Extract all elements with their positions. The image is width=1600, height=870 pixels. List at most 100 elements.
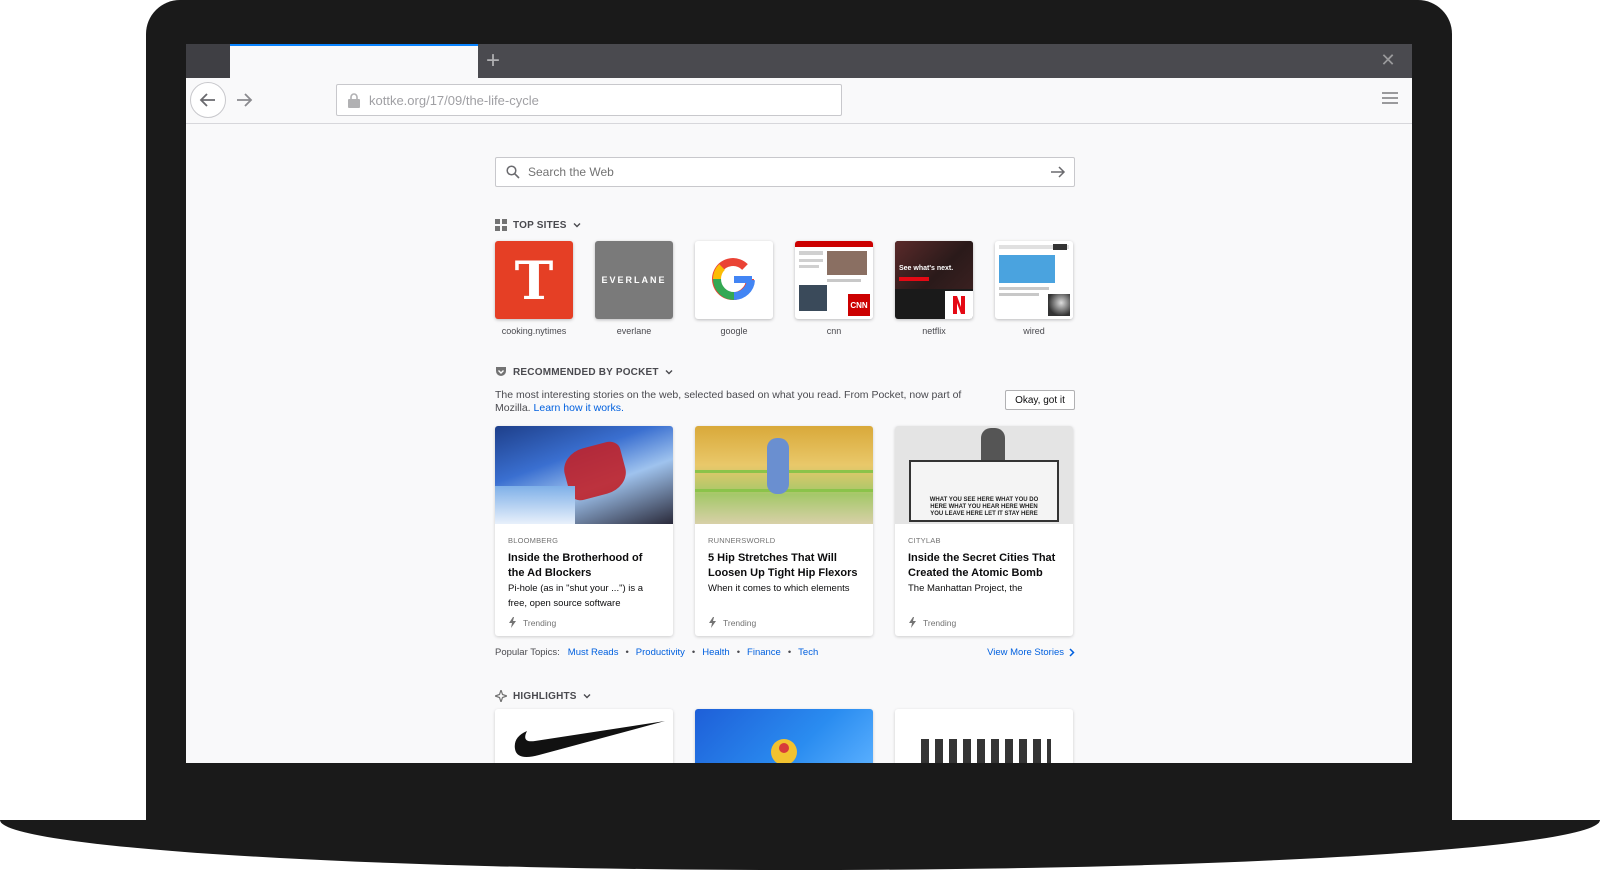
tab-strip-spacer — [186, 44, 230, 78]
sign-board: WHAT YOU SEE HERE WHAT YOU DO HERE WHAT … — [909, 460, 1059, 522]
topic-separator: • — [625, 647, 629, 658]
view-more-label: View More Stories — [987, 647, 1064, 658]
story-card[interactable]: WHAT YOU SEE HERE WHAT YOU DO HERE WHAT … — [895, 426, 1073, 636]
new-tab-page: Search the Web TOP SITES T cooking.nytim… — [186, 125, 1412, 763]
story-image: WHAT YOU SEE HERE WHAT YOU DO HERE WHAT … — [895, 426, 1073, 524]
google-logo-icon — [712, 258, 755, 301]
story-card[interactable]: BLOOMBERG Inside the Brotherhood of the … — [495, 426, 673, 636]
site-tile — [995, 241, 1073, 319]
story-card[interactable]: RUNNERSWORLD 5 Hip Stretches That Will L… — [695, 426, 873, 636]
site-label: cooking.nytimes — [501, 326, 567, 336]
lightning-bolt-icon — [909, 617, 916, 628]
sign-text: WHAT YOU SEE HERE WHAT YOU DO HERE WHAT … — [929, 497, 1039, 517]
top-site-everlane[interactable]: EVERLANE everlane — [595, 241, 673, 336]
pocket-cards: BLOOMBERG Inside the Brotherhood of the … — [495, 426, 1075, 636]
search-input[interactable]: Search the Web — [495, 157, 1075, 187]
popular-topics-label: Popular Topics: — [495, 647, 560, 658]
topic-separator: • — [736, 647, 741, 658]
top-sites-title: TOP SITES — [513, 219, 567, 231]
top-site-cooking-nytimes[interactable]: T cooking.nytimes — [495, 241, 573, 336]
everlane-logo: EVERLANE — [601, 275, 667, 285]
highlights-header[interactable]: HIGHLIGHTS — [495, 690, 591, 702]
hamburger-menu-icon[interactable] — [1382, 92, 1398, 106]
top-sites-header[interactable]: TOP SITES — [495, 219, 581, 231]
back-arrow-icon — [199, 93, 215, 107]
highlight-card[interactable] — [695, 709, 873, 763]
view-more-stories-link[interactable]: View More Stories — [987, 647, 1075, 658]
nytimes-logo-icon: T — [515, 251, 554, 312]
topic-link[interactable]: Health — [702, 647, 729, 658]
chevron-right-icon — [1069, 648, 1075, 657]
site-tile: CNN — [795, 241, 873, 319]
pocket-header[interactable]: RECOMMENDED BY POCKET — [495, 366, 673, 378]
trending-label: Trending — [523, 617, 557, 628]
topic-link[interactable]: Productivity — [636, 647, 685, 658]
pocket-title: RECOMMENDED BY POCKET — [513, 366, 659, 378]
active-tab[interactable] — [230, 44, 478, 79]
highlights-title: HIGHLIGHTS — [513, 690, 577, 702]
site-tile: T — [495, 241, 573, 319]
trending-badge: Trending — [508, 617, 556, 628]
plus-icon[interactable]: + — [480, 48, 506, 74]
back-button[interactable] — [190, 82, 226, 118]
top-site-wired[interactable]: wired — [995, 241, 1073, 336]
site-label: wired — [1023, 326, 1045, 336]
lock-icon — [348, 93, 360, 108]
tab-strip: + ✕ — [186, 44, 1412, 79]
story-source: CITYLAB — [908, 536, 941, 545]
grid-icon — [495, 219, 507, 231]
story-source: RUNNERSWORLD — [708, 536, 776, 545]
top-sites-grid: T cooking.nytimes EVERLANE everlane goog… — [495, 241, 1075, 341]
topic-link[interactable]: Finance — [747, 647, 781, 658]
sparkle-icon — [495, 690, 507, 702]
story-excerpt: The Manhattan Project, the — [908, 583, 1023, 594]
search-go-arrow-icon[interactable] — [1050, 165, 1066, 179]
top-site-google[interactable]: google — [695, 241, 773, 336]
pocket-icon — [496, 367, 506, 376]
lightning-bolt-icon — [509, 617, 516, 628]
chevron-down-icon — [583, 694, 591, 699]
learn-how-link[interactable]: Learn how it works. — [534, 402, 624, 414]
story-title: Inside the Secret Cities That Created th… — [908, 552, 1056, 579]
site-label: everlane — [616, 326, 652, 336]
netflix-logo-icon — [945, 291, 973, 319]
laptop-base — [0, 820, 1600, 870]
topic-link[interactable]: Must Reads — [568, 647, 619, 658]
site-tile: EVERLANE — [595, 241, 673, 319]
site-tile — [695, 241, 773, 319]
story-title: 5 Hip Stretches That Will Loosen Up Tigh… — [708, 552, 858, 579]
pocket-description: The most interesting stories on the web,… — [495, 389, 975, 415]
forward-arrow-icon — [237, 93, 253, 107]
topic-link[interactable]: Tech — [798, 647, 818, 658]
highlights-row — [495, 709, 1075, 763]
topic-separator: • — [691, 647, 696, 658]
cnn-logo-icon: CNN — [845, 291, 873, 319]
nike-swoosh-icon — [514, 721, 665, 757]
site-label: cnn — [826, 326, 842, 336]
forward-button[interactable] — [230, 86, 258, 114]
close-icon[interactable]: ✕ — [1378, 50, 1398, 70]
trending-badge: Trending — [908, 617, 956, 628]
story-title: Inside the Brotherhood of the Ad Blocker… — [508, 552, 643, 579]
story-excerpt: When it comes to which elements — [708, 583, 850, 594]
top-site-netflix[interactable]: See what's next. netflix — [895, 241, 973, 336]
story-image — [495, 426, 673, 524]
url-text: kottke.org/17/09/the-life-cycle — [369, 92, 539, 108]
chevron-down-icon — [573, 223, 581, 228]
story-excerpt: Pi-hole (as in "shut your ...") is a fre… — [508, 583, 644, 609]
okay-got-it-button[interactable]: Okay, got it — [1005, 390, 1075, 410]
story-image — [695, 426, 873, 524]
chevron-down-icon — [665, 370, 673, 375]
url-bar[interactable]: kottke.org/17/09/the-life-cycle — [336, 84, 842, 116]
trending-label: Trending — [723, 617, 757, 628]
story-source: BLOOMBERG — [508, 536, 559, 545]
trending-badge: Trending — [708, 617, 756, 628]
site-label: netflix — [922, 326, 946, 336]
topic-separator: • — [787, 647, 792, 658]
trending-label: Trending — [923, 617, 957, 628]
top-site-cnn[interactable]: CNN cnn — [795, 241, 873, 336]
site-tile: See what's next. — [895, 241, 973, 319]
site-label: google — [720, 326, 748, 336]
highlight-card[interactable] — [495, 709, 673, 763]
highlight-card[interactable] — [895, 709, 1073, 763]
